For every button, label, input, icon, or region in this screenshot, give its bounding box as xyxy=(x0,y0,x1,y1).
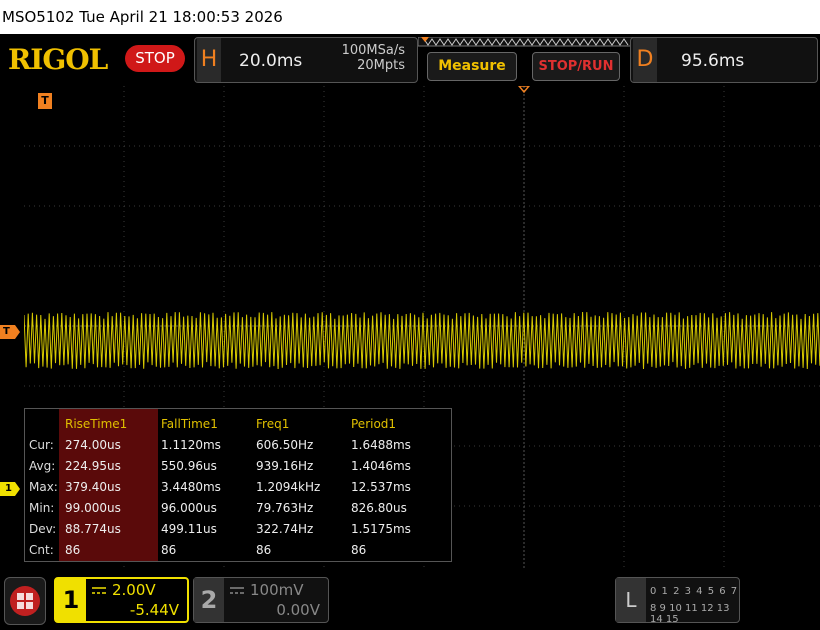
trigger-top-marker[interactable]: T xyxy=(38,93,52,109)
row-label: Max: xyxy=(29,480,58,494)
measure-value: 96.000us xyxy=(161,501,217,515)
channel2-box[interactable]: 2 100mV 0.00V xyxy=(193,577,329,623)
channel1-offset: -5.44V xyxy=(129,601,179,619)
measure-value: 224.95us xyxy=(65,459,121,473)
delay-letter: D xyxy=(633,38,657,82)
horizontal-letter: H xyxy=(197,38,221,82)
channel2-number: 2 xyxy=(194,578,224,622)
row-label: Dev: xyxy=(29,522,57,536)
title-text: MSO5102 Tue April 21 18:00:53 2026 xyxy=(2,8,283,26)
logic-channels-row1: 0 1 2 3 4 5 6 7 xyxy=(650,586,739,597)
measure-value: 86 xyxy=(351,543,367,557)
measure-value: 939.16Hz xyxy=(256,459,314,473)
channel1-marker-label: 1 xyxy=(5,483,12,494)
sample-rate: 100MSa/s xyxy=(341,43,405,58)
measure-value: 826.80us xyxy=(351,501,407,515)
memory-depth: 20Mpts xyxy=(357,58,405,73)
trigger-top-marker-label: T xyxy=(41,94,49,107)
measure-header[interactable]: FallTime1 xyxy=(161,417,218,431)
measure-header[interactable]: RiseTime1 xyxy=(65,417,127,431)
stop-run-button[interactable]: STOP/RUN xyxy=(532,52,620,81)
measure-value: 86 xyxy=(161,543,177,557)
row-label: Cnt: xyxy=(29,543,54,557)
row-label: Min: xyxy=(29,501,55,515)
measure-value: 1.6488ms xyxy=(351,438,411,452)
bottom-bar: 1 2.00V -5.44V 2 100mV 0.00V L 0 1 2 3 4… xyxy=(0,572,820,630)
dc-coupling-icon xyxy=(230,587,244,594)
channel2-scale: 100mV xyxy=(250,581,304,599)
measure-value: 1.4046ms xyxy=(351,459,411,473)
top-bar: RIGOL STOP H 20.0ms 100MSa/s 20Mpts Meas… xyxy=(0,34,820,84)
measure-value: 1.1120ms xyxy=(161,438,221,452)
measure-value: 322.74Hz xyxy=(256,522,314,536)
measure-value: 12.537ms xyxy=(351,480,411,494)
measure-value: 274.00us xyxy=(65,438,121,452)
acquisition-info: 100MSa/s 20Mpts xyxy=(342,43,405,73)
row-label: Avg: xyxy=(29,459,56,473)
rigol-logo: RIGOL xyxy=(8,43,108,76)
measure-header[interactable]: Freq1 xyxy=(256,417,289,431)
measure-value: 86 xyxy=(65,543,81,557)
channel1-number: 1 xyxy=(56,579,86,621)
horizontal-timebase-box[interactable]: H 20.0ms 100MSa/s 20Mpts xyxy=(194,37,418,83)
measure-value: 606.50Hz xyxy=(256,438,314,452)
title-bar: MSO5102 Tue April 21 18:00:53 2026 xyxy=(0,0,820,34)
logic-channels-box[interactable]: L 0 1 2 3 4 5 6 7 8 9 10 11 12 13 14 15 xyxy=(615,577,740,625)
measure-value: 99.000us xyxy=(65,501,121,515)
measure-button[interactable]: Measure xyxy=(427,52,517,81)
delay-value: 95.6ms xyxy=(681,51,745,71)
measure-value: 1.5175ms xyxy=(351,522,411,536)
row-label: Cur: xyxy=(29,438,54,452)
dc-coupling-icon xyxy=(92,587,106,594)
timebase-value: 20.0ms xyxy=(239,51,303,71)
measure-value: 550.96us xyxy=(161,459,217,473)
trigger-level-marker-label: T xyxy=(3,326,10,337)
measure-value: 3.4480ms xyxy=(161,480,221,494)
channel1-box[interactable]: 1 2.00V -5.44V xyxy=(54,577,189,623)
run-state-badge[interactable]: STOP xyxy=(125,45,185,72)
measure-value: 379.40us xyxy=(65,480,121,494)
measure-value: 79.763Hz xyxy=(256,501,314,515)
channel1-marker[interactable]: 1 xyxy=(0,482,20,496)
measurement-table[interactable]: RiseTime1 FallTime1 Freq1 Period1 Cur: 2… xyxy=(24,408,452,562)
channel1-scale: 2.00V xyxy=(112,581,156,599)
delay-box[interactable]: D 95.6ms xyxy=(630,37,818,83)
trigger-position-strip xyxy=(418,37,634,47)
channel2-offset: 0.00V xyxy=(276,601,320,619)
menu-button[interactable] xyxy=(4,577,46,625)
menu-grid-icon xyxy=(10,586,40,616)
trigger-level-marker[interactable]: T xyxy=(0,325,20,339)
measure-value: 1.2094kHz xyxy=(256,480,321,494)
measure-header[interactable]: Period1 xyxy=(351,417,396,431)
logic-channels-row2: 8 9 10 11 12 13 14 15 xyxy=(650,603,730,625)
measure-value: 86 xyxy=(256,543,272,557)
measure-value: 499.11us xyxy=(161,522,217,536)
measure-value: 88.774us xyxy=(65,522,121,536)
logic-letter: L xyxy=(616,578,646,622)
